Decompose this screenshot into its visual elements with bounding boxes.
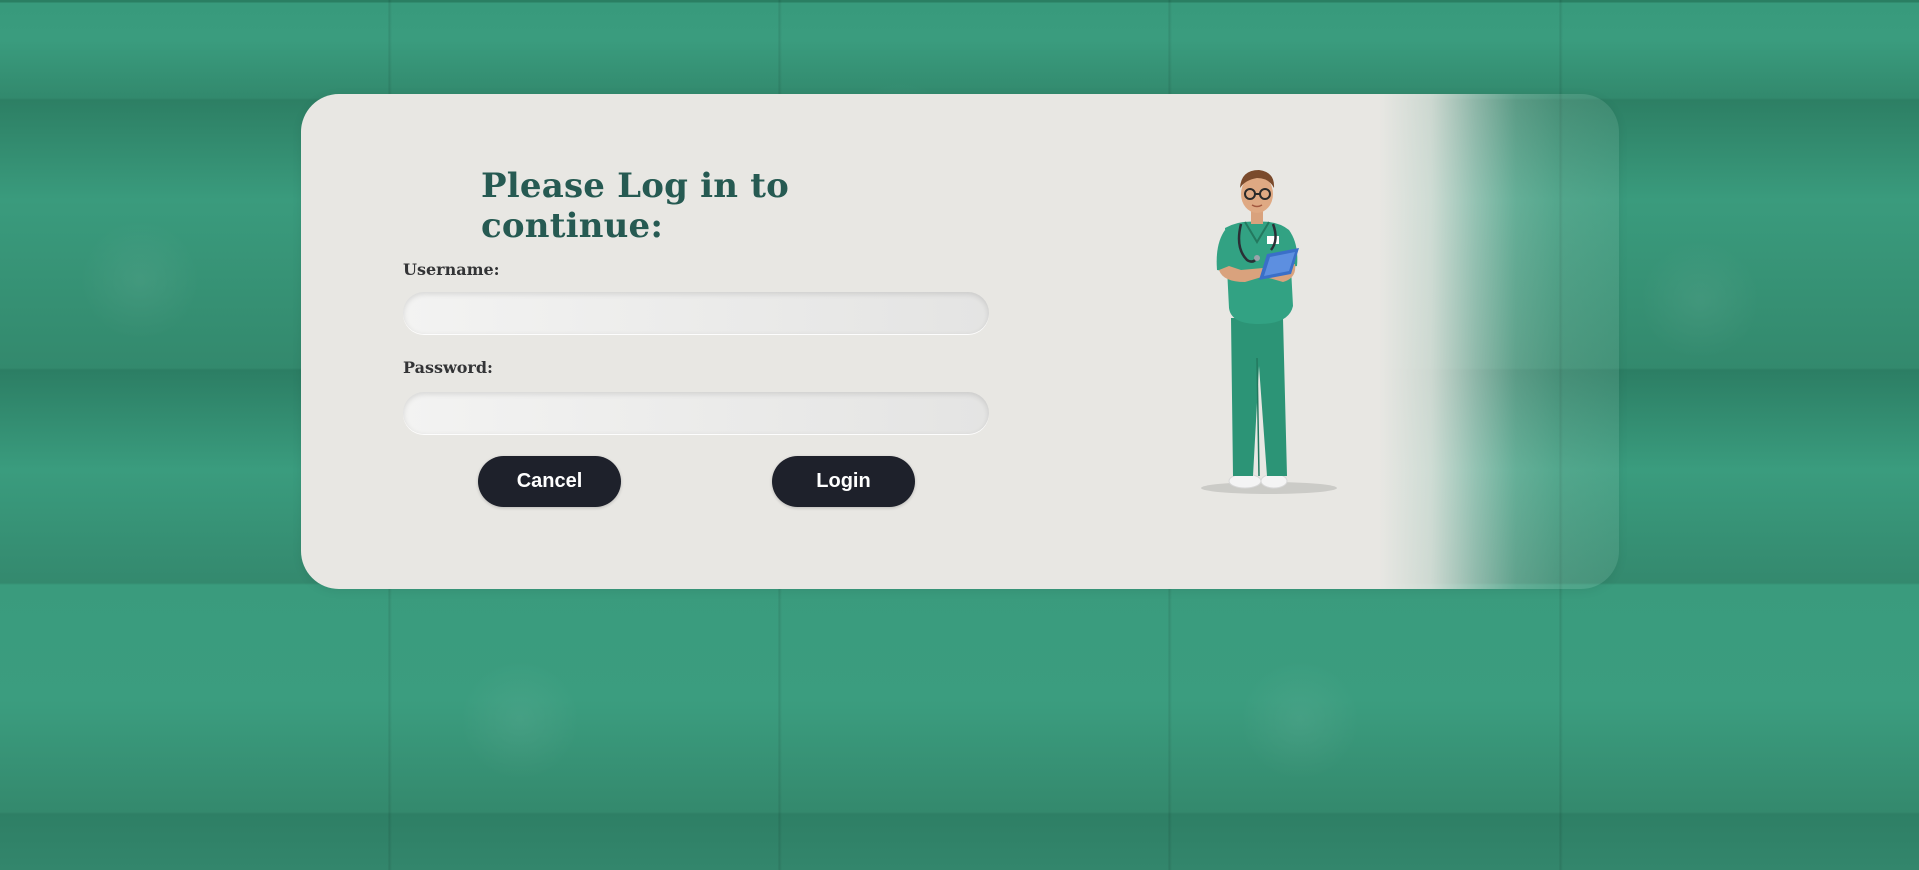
- password-label: Password:: [403, 358, 493, 377]
- username-input[interactable]: [403, 292, 989, 334]
- login-card: Please Log in to continue: Username: Pas…: [301, 94, 1619, 589]
- cancel-button[interactable]: Cancel: [478, 456, 621, 507]
- password-input[interactable]: [403, 392, 989, 434]
- login-button[interactable]: Login: [772, 456, 915, 507]
- nurse-illustration: [1201, 170, 1337, 494]
- login-title: Please Log in to continue:: [481, 166, 790, 246]
- username-label: Username:: [403, 260, 500, 279]
